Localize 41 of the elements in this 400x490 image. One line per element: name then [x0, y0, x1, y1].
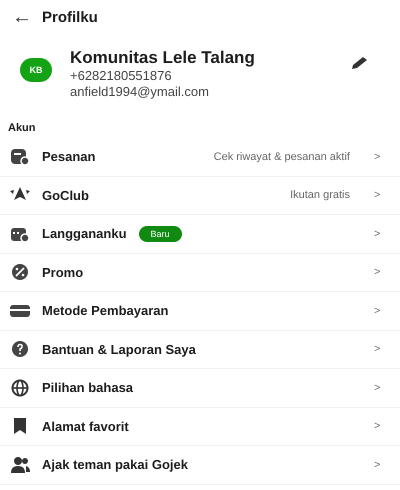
- menu-item[interactable]: GoClub Ikutan gratis >: [0, 176, 400, 215]
- chevron: >: [374, 304, 382, 317]
- menu-label: GoClub: [42, 188, 89, 203]
- menu-detail: Cek riwayat & pesanan aktif: [214, 150, 350, 163]
- globe-icon: [10, 378, 30, 397]
- percent-icon: [10, 263, 30, 282]
- phone-number: +6282180551876: [70, 68, 173, 84]
- chevron: >: [374, 266, 382, 278]
- chevron: >: [374, 343, 382, 356]
- menu-item[interactable]: Bantuan & Laporan Saya >: [0, 330, 400, 369]
- chevron: >: [374, 458, 382, 471]
- chevron: >: [374, 150, 382, 163]
- avatar: KB: [20, 58, 52, 82]
- chevron: >: [374, 382, 382, 394]
- back-button[interactable]: ←: [12, 7, 32, 27]
- menu-label: Bantuan & Laporan Saya: [42, 342, 196, 357]
- new-badge: Baru: [138, 226, 182, 242]
- menu-item[interactable]: Langgananku Baru >: [0, 215, 400, 254]
- profile-name: Komunitas Lele Talang: [70, 48, 256, 68]
- menu-item[interactable]: Pesanan Cek riwayat & pesanan aktif >: [0, 138, 400, 176]
- menu-label: Pilihan bahasa: [42, 380, 134, 396]
- people-icon: [10, 456, 30, 474]
- menu-label: Pesanan: [42, 149, 96, 164]
- email-address: anfield1994@ymail.com: [70, 84, 210, 100]
- menu-detail: Ikutan gratis: [290, 189, 350, 202]
- menu-label: Langgananku: [42, 226, 127, 242]
- menu-label: Alamat favorit: [42, 418, 129, 434]
- menu-item[interactable]: Alamat favorit >: [0, 408, 400, 446]
- page-title: Profilku: [42, 8, 98, 26]
- chevron: >: [374, 228, 382, 240]
- menu-label: Promo: [42, 264, 84, 280]
- menu-item[interactable]: Pilihan bahasa >: [0, 369, 400, 408]
- menu-item[interactable]: Ajak teman pakai Gojek >: [0, 446, 400, 484]
- chevron: >: [374, 420, 382, 432]
- menu-label: Metode Pembayaran: [42, 303, 168, 318]
- help-icon: [10, 340, 30, 358]
- menu-item[interactable]: Metode Pembayaran >: [0, 292, 400, 330]
- section-heading: Akun: [7, 121, 36, 136]
- menu-item[interactable]: Promo >: [0, 254, 400, 292]
- menu-label: Ajak teman pakai Gojek: [42, 457, 188, 472]
- chevron: >: [374, 189, 382, 202]
